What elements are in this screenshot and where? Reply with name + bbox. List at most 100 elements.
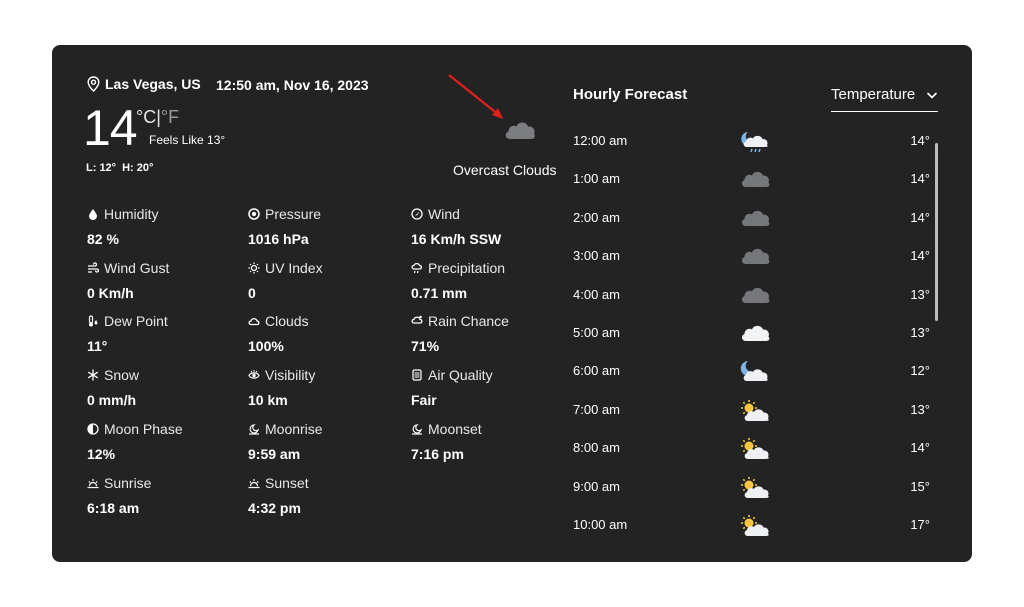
metric-label-row: Wind Gust <box>87 260 237 276</box>
metric-label-row: Rain Chance <box>411 313 561 329</box>
uv-index-icon <box>248 262 260 274</box>
metric-value: 7:16 pm <box>411 445 464 462</box>
hourly-temp: 13° <box>910 286 930 302</box>
location: Las Vegas, US <box>87 76 201 92</box>
metric-value: Fair <box>411 392 437 409</box>
hourly-row: 4:00 am 13° <box>573 282 933 320</box>
dew-point-icon <box>87 315 99 327</box>
white-cloud-icon <box>739 322 771 349</box>
feels-like: Feels Like 13° <box>149 133 226 147</box>
metric-visibility: Visibility 10 km <box>248 367 398 408</box>
hourly-time: 3:00 am <box>573 248 620 264</box>
moonrise-icon <box>248 423 260 435</box>
metric-value: 6:18 am <box>87 499 140 516</box>
hourly-temp: 17° <box>910 516 930 532</box>
sun-cloud-icon <box>739 399 771 428</box>
hourly-time: 9:00 am <box>573 478 620 494</box>
hourly-metric-selected: Temperature <box>831 86 916 103</box>
metric-label: Rain Chance <box>428 313 509 330</box>
hourly-row: 8:00 am 14° <box>573 435 933 473</box>
metric-value: 4:32 pm <box>248 499 301 516</box>
metric-air-quality: Air Quality Fair <box>411 367 561 408</box>
metric-sunrise: Sunrise 6:18 am <box>87 475 237 516</box>
metric-value: 12% <box>87 445 116 462</box>
hourly-list[interactable]: 12:00 am 14° 1:00 am 14° 2:00 am 14° 3:00 am 14… <box>573 128 933 550</box>
hourly-time: 12:00 am <box>573 133 628 148</box>
metric-value: 0 <box>248 284 256 301</box>
overcast-cloud-icon <box>739 284 771 311</box>
metric-label-row: Sunrise <box>87 475 237 491</box>
hourly-temp: 12° <box>910 363 930 379</box>
metric-label-row: Humidity <box>87 206 237 222</box>
metric-label-row: Dew Point <box>87 313 237 329</box>
unit-fahrenheit-button[interactable]: °F <box>161 107 179 127</box>
metric-value: 11° <box>87 338 108 355</box>
metric-label-row: Sunset <box>248 475 398 491</box>
visibility-icon <box>248 369 260 381</box>
metric-value: 10 km <box>248 392 288 409</box>
metric-label-row: Wind <box>411 206 561 222</box>
metric-label-row: Pressure <box>248 206 398 222</box>
metric-label: Sunrise <box>104 474 152 491</box>
chevron-down-icon <box>926 92 938 99</box>
metric-label: Snow <box>104 367 140 384</box>
metric-wind-gust: Wind Gust 0 Km/h <box>87 260 237 301</box>
hourly-temp: 15° <box>910 478 930 494</box>
rain-chance-icon <box>411 315 423 327</box>
metric-label: Moon Phase <box>104 420 183 437</box>
low-temp: L: 12° <box>86 162 117 174</box>
hourly-row: 6:00 am 12° <box>573 358 933 396</box>
snow-icon <box>87 369 99 381</box>
metric-pressure: Pressure 1016 hPa <box>248 206 398 247</box>
metric-label-row: Moon Phase <box>87 421 237 437</box>
metric-rain-chance: Rain Chance 71% <box>411 313 561 354</box>
metric-label: Moonset <box>428 420 482 437</box>
hourly-time: 4:00 am <box>573 286 620 302</box>
location-name: Las Vegas, US <box>105 76 201 92</box>
moonset-icon <box>411 423 423 435</box>
metric-value: 0 mm/h <box>87 392 137 409</box>
sun-cloud-icon <box>739 514 771 543</box>
hourly-time: 2:00 am <box>573 209 620 225</box>
overcast-cloud-icon <box>505 122 535 139</box>
metric-snow: Snow 0 mm/h <box>87 367 237 408</box>
metric-moon-phase: Moon Phase 12% <box>87 421 237 462</box>
metric-label: Air Quality <box>428 367 493 384</box>
hourly-temp: 14° <box>910 209 930 225</box>
metric-moonrise: Moonrise 9:59 am <box>248 421 398 462</box>
hourly-temp: 14° <box>910 133 930 148</box>
humidity-icon <box>87 208 99 220</box>
hourly-row: 9:00 am 15° <box>573 474 933 512</box>
metric-label: Sunset <box>265 474 309 491</box>
metric-label: Visibility <box>265 367 316 384</box>
hourly-temp: 14° <box>910 440 930 456</box>
metric-wind: Wind 16 Km/h SSW <box>411 206 561 247</box>
metric-value: 100% <box>248 338 284 355</box>
hourly-row: 7:00 am 13° <box>573 397 933 435</box>
hourly-row: 2:00 am 14° <box>573 205 933 243</box>
moon-phase-icon <box>87 423 99 435</box>
wind-icon <box>411 208 423 220</box>
hourly-time: 7:00 am <box>573 401 620 417</box>
metric-label: Clouds <box>265 313 309 330</box>
unit-celsius-button[interactable]: °C <box>136 107 156 127</box>
hourly-temp: 13° <box>910 401 930 417</box>
metric-uv-index: UV Index 0 <box>248 260 398 301</box>
sunset-icon <box>248 477 260 489</box>
hourly-scrollbar[interactable] <box>935 143 938 321</box>
hourly-time: 5:00 am <box>573 324 620 340</box>
unit-toggle: °C|°F <box>136 107 179 128</box>
hourly-time: 8:00 am <box>573 440 620 456</box>
metric-label-row: Moonrise <box>248 421 398 437</box>
hourly-forecast-title: Hourly Forecast <box>573 86 688 103</box>
clouds-icon <box>248 315 260 327</box>
low-high: L: 12° H: 20° <box>86 162 159 174</box>
hourly-time: 1:00 am <box>573 171 620 187</box>
metric-label: Precipitation <box>428 259 506 276</box>
wind-gust-icon <box>87 262 100 274</box>
overcast-cloud-icon <box>739 245 771 272</box>
current-condition: Overcast Clouds <box>453 162 557 178</box>
hourly-metric-select[interactable]: Temperature <box>831 85 938 112</box>
metric-label: Dew Point <box>104 313 168 330</box>
metric-value: 9:59 am <box>248 445 301 462</box>
